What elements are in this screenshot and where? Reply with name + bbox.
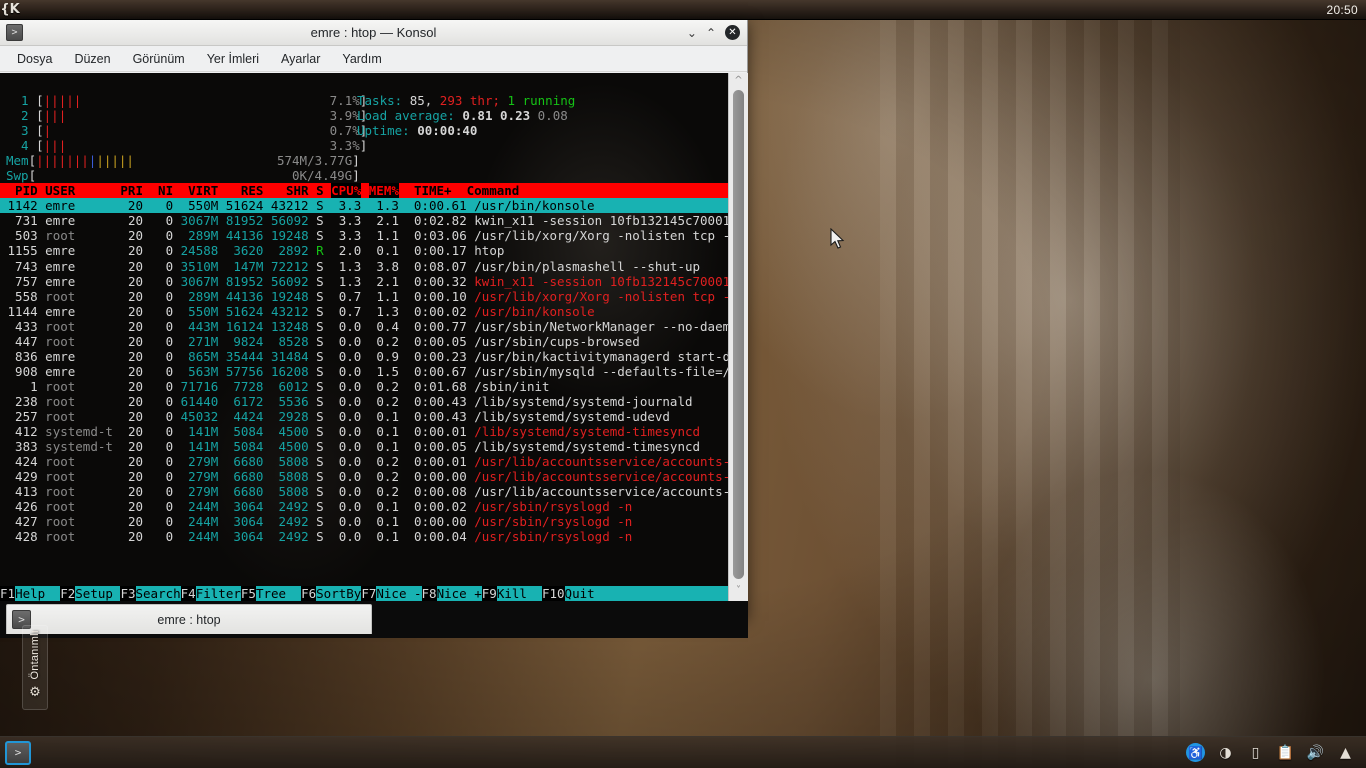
fkey-f2-label[interactable]: Setup bbox=[75, 585, 121, 601]
fkey-f5-label[interactable]: Tree bbox=[255, 585, 302, 601]
swap-meter: Swp[ 0K/4.49G] bbox=[6, 168, 360, 184]
table-row[interactable]: 757 emre 20 0 3067M 81952 56092 S 1.3 2.… bbox=[0, 274, 728, 289]
fkey-f9-label[interactable]: Kill bbox=[496, 585, 542, 601]
table-row[interactable]: 836 emre 20 0 865M 35444 31484 S 0.0 0.9… bbox=[0, 349, 728, 364]
close-button[interactable]: ✕ bbox=[725, 25, 740, 40]
fkey-f1-label[interactable]: Help bbox=[15, 585, 61, 601]
panel-clock[interactable]: 20:50 bbox=[1326, 3, 1366, 17]
volume-icon[interactable]: 🔊 bbox=[1306, 743, 1325, 762]
table-row[interactable]: 428 root 20 0 244M 3064 2492 S 0.0 0.1 0… bbox=[0, 529, 728, 544]
table-row[interactable]: 447 root 20 0 271M 9824 8528 S 0.0 0.2 0… bbox=[0, 334, 728, 349]
fkey-f2-num[interactable]: F2 bbox=[60, 585, 76, 601]
table-row[interactable]: 433 root 20 0 443M 16124 13248 S 0.0 0.4… bbox=[0, 319, 728, 334]
table-row[interactable]: 429 root 20 0 279M 6680 5808 S 0.0 0.2 0… bbox=[0, 469, 728, 484]
fkey-f7-num[interactable]: F7 bbox=[361, 585, 377, 601]
terminal-icon: > bbox=[6, 24, 23, 41]
battery-icon[interactable]: ▯ bbox=[1246, 743, 1265, 762]
menu-ayarlar[interactable]: Ayarlar bbox=[270, 49, 331, 69]
fkey-f7-label[interactable]: Nice - bbox=[376, 585, 422, 601]
menu-gorunum[interactable]: Görünüm bbox=[122, 49, 196, 69]
scroll-down-icon[interactable]: ˅ bbox=[736, 585, 741, 596]
konsole-window: > emre : htop — Konsol ⌄ ⌃ ✕ Dosya Düzen… bbox=[0, 20, 748, 638]
table-row[interactable]: 1142 emre 20 0 550M 51624 43212 S 3.3 1.… bbox=[0, 198, 728, 214]
fkey-f6-num[interactable]: F6 bbox=[301, 585, 317, 601]
fkey-f1-num[interactable]: F1 bbox=[0, 585, 16, 601]
load-average-line: Load average: 0.81 0.23 0.08 bbox=[357, 108, 568, 124]
menu-duzen[interactable]: Düzen bbox=[63, 49, 121, 69]
table-row[interactable]: 731 emre 20 0 3067M 81952 56092 S 3.3 2.… bbox=[0, 213, 728, 228]
fkey-f5-num[interactable]: F5 bbox=[240, 585, 256, 601]
scroll-up-icon[interactable]: ^ bbox=[734, 76, 742, 86]
menu-dosya[interactable]: Dosya bbox=[6, 49, 63, 69]
menu-yardim[interactable]: Yardım bbox=[331, 49, 392, 69]
table-row[interactable]: 383 systemd-t 20 0 141M 5084 4500 S 0.0 … bbox=[0, 439, 728, 454]
table-row[interactable]: 424 root 20 0 279M 6680 5808 S 0.0 0.2 0… bbox=[0, 454, 728, 469]
konsole-tab-label: emre : htop bbox=[157, 612, 221, 627]
table-row[interactable]: 1 root 20 0 71716 7728 6012 S 0.0 0.2 0:… bbox=[0, 379, 728, 394]
table-row[interactable]: 413 root 20 0 279M 6680 5808 S 0.0 0.2 0… bbox=[0, 484, 728, 499]
table-row[interactable]: 427 root 20 0 244M 3064 2492 S 0.0 0.1 0… bbox=[0, 514, 728, 529]
htop-process-list: PID USER PRI NI VIRT RES SHR S CPU% MEM%… bbox=[0, 183, 728, 544]
mouse-cursor bbox=[830, 228, 845, 249]
fkey-f4-num[interactable]: F4 bbox=[180, 585, 196, 601]
terminal-scrollbar[interactable]: ^ ˅ bbox=[728, 73, 748, 601]
table-row[interactable]: 257 root 20 0 45032 4424 2928 S 0.0 0.1 … bbox=[0, 409, 728, 424]
cpu-meter-4: 4 [||| 3.3%] bbox=[6, 138, 368, 154]
accessibility-icon[interactable]: ♿ bbox=[1186, 743, 1205, 762]
fkey-f8-label[interactable]: Nice + bbox=[436, 585, 482, 601]
fkey-f9-num[interactable]: F9 bbox=[481, 585, 497, 601]
table-row[interactable]: 503 root 20 0 289M 44136 19248 S 3.3 1.1… bbox=[0, 228, 728, 243]
table-row[interactable]: 1144 emre 20 0 550M 51624 43212 S 0.7 1.… bbox=[0, 304, 728, 319]
konsole-tab[interactable]: > emre : htop bbox=[6, 604, 372, 634]
fkey-f8-num[interactable]: F8 bbox=[421, 585, 437, 601]
kde-k-logo-icon[interactable]: {K bbox=[0, 0, 20, 20]
htop-terminal[interactable]: 1 [||||| 7.1%] 2 [||| 3.9%] 3 [| 0.7%] 4… bbox=[0, 73, 728, 601]
konsole-tabbar: > emre : htop bbox=[0, 601, 748, 638]
fkey-f3-num[interactable]: F3 bbox=[120, 585, 136, 601]
maximize-button[interactable]: ⌃ bbox=[706, 27, 716, 39]
table-row[interactable]: 412 systemd-t 20 0 141M 5084 4500 S 0.0 … bbox=[0, 424, 728, 439]
fkey-f3-label[interactable]: Search bbox=[135, 585, 181, 601]
table-row[interactable]: 908 emre 20 0 563M 57756 16208 S 0.0 1.5… bbox=[0, 364, 728, 379]
table-row[interactable]: 426 root 20 0 244M 3064 2492 S 0.0 0.1 0… bbox=[0, 499, 728, 514]
htop-function-key-bar[interactable]: F1Help F2Setup F3SearchF4FilterF5Tree F6… bbox=[0, 585, 728, 601]
process-table-header[interactable]: PID USER PRI NI VIRT RES SHR S CPU% MEM%… bbox=[0, 183, 728, 199]
show-hidden-icon[interactable]: ▲ bbox=[1336, 743, 1355, 762]
tasks-line: Tasks: 85, 293 thr; 1 running bbox=[357, 93, 576, 108]
minimize-button[interactable]: ⌄ bbox=[687, 27, 697, 39]
window-title: emre : htop — Konsol bbox=[310, 25, 437, 40]
activity-panel[interactable]: Öntanımlı ⚙ bbox=[22, 625, 48, 710]
htop-summary: Tasks: 85, 293 thr; 1 running Load averag… bbox=[357, 93, 575, 138]
fkey-f10-label[interactable]: Quit bbox=[564, 585, 610, 601]
menubar: Dosya Düzen Görünüm Yer İmleri Ayarlar Y… bbox=[0, 46, 747, 72]
table-row[interactable]: 1155 emre 20 0 24588 3620 2892 R 2.0 0.1… bbox=[0, 243, 728, 258]
fkey-f4-label[interactable]: Filter bbox=[195, 585, 241, 601]
menu-yer-imleri[interactable]: Yer İmleri bbox=[196, 49, 270, 69]
table-row[interactable]: 238 root 20 0 61440 6172 5536 S 0.0 0.2 … bbox=[0, 394, 728, 409]
table-row[interactable]: 558 root 20 0 289M 44136 19248 S 0.7 1.1… bbox=[0, 289, 728, 304]
uptime-line: Uptime: 00:00:40 bbox=[357, 123, 478, 139]
system-tray: ♿ ◑ ▯ 📋 🔊 ▲ bbox=[1186, 743, 1366, 762]
table-row[interactable]: 743 emre 20 0 3510M 147M 72212 S 1.3 3.8… bbox=[0, 259, 728, 274]
activity-label: Öntanımlı bbox=[29, 630, 41, 680]
window-controls: ⌄ ⌃ ✕ bbox=[687, 25, 747, 40]
terminal-area: 1 [||||| 7.1%] 2 [||| 3.9%] 3 [| 0.7%] 4… bbox=[0, 73, 748, 601]
scrollbar-thumb[interactable] bbox=[733, 90, 744, 579]
clipboard-icon[interactable]: 📋 bbox=[1276, 743, 1295, 762]
wrench-icon[interactable]: ⚙ bbox=[29, 685, 41, 700]
wifi-icon[interactable]: ◑ bbox=[1216, 743, 1235, 762]
window-titlebar[interactable]: > emre : htop — Konsol ⌄ ⌃ ✕ bbox=[0, 20, 747, 46]
fkey-f6-label[interactable]: SortBy bbox=[316, 585, 362, 601]
top-panel: {K 20:50 bbox=[0, 0, 1366, 20]
bottom-panel: > ♿ ◑ ▯ 📋 🔊 ▲ bbox=[0, 736, 1366, 768]
taskbar-terminal-launcher[interactable]: > bbox=[5, 740, 31, 765]
fkey-f10-num[interactable]: F10 bbox=[541, 585, 565, 601]
mem-meter: Mem[||||||||||||| 574M/3.77G] bbox=[6, 153, 360, 169]
